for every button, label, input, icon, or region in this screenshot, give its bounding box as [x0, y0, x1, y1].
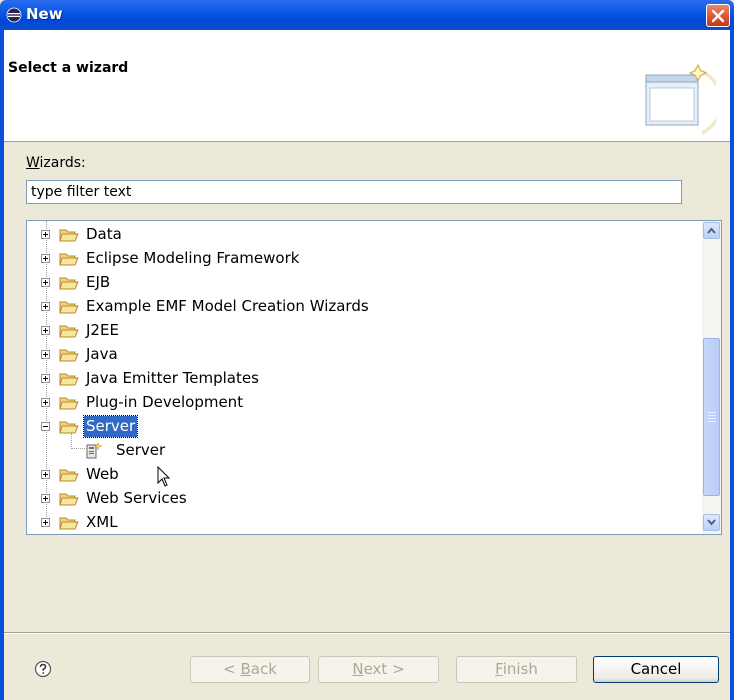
chevron-up-icon: [707, 227, 716, 234]
tree-item-label: Eclipse Modeling Framework: [86, 249, 300, 267]
tree-item-label: J2EE: [86, 321, 119, 339]
tree-item-label: Data: [86, 225, 122, 243]
folder-icon: [59, 397, 79, 410]
folder-icon: [59, 469, 79, 482]
tree-item-xml[interactable]: XML: [27, 511, 687, 534]
scroll-thumb[interactable]: [703, 338, 720, 496]
tree-item-server-wizard[interactable]: Server: [27, 439, 687, 463]
tree-item-java-emitter-templates[interactable]: Java Emitter Templates: [27, 367, 687, 391]
window-title: New: [26, 5, 63, 23]
wizards-label: Wizards:: [26, 155, 86, 171]
tree-item-label: Java Emitter Templates: [86, 369, 259, 387]
folder-icon: [59, 277, 79, 290]
help-icon[interactable]: [34, 660, 52, 678]
wizards-label-text: izards:: [39, 155, 86, 171]
expand-toggle[interactable]: [41, 518, 50, 527]
tree-item-label: Web Services: [86, 489, 187, 507]
scroll-grip: [708, 421, 716, 422]
scroll-grip: [708, 412, 716, 413]
scroll-down-button[interactable]: [703, 514, 720, 531]
tree-item-java[interactable]: Java: [27, 343, 687, 367]
tree-item-label: Web: [86, 465, 119, 483]
tree-item-ejb[interactable]: EJB: [27, 271, 687, 295]
tree-item-web-services[interactable]: Web Services: [27, 487, 687, 511]
scroll-grip: [708, 415, 716, 416]
tree-item-label: Plug-in Development: [86, 393, 244, 411]
close-button[interactable]: [706, 4, 730, 27]
tree-item-label: Example EMF Model Creation Wizards: [86, 297, 369, 315]
expand-toggle[interactable]: [41, 302, 50, 311]
tree-item-label: Server: [116, 441, 166, 459]
mouse-cursor-icon: [157, 466, 171, 487]
server-wizard-icon: [86, 442, 103, 459]
collapse-toggle[interactable]: [41, 422, 50, 431]
tree-item-server[interactable]: Server: [27, 415, 687, 439]
next-button[interactable]: Next >: [318, 656, 439, 683]
scroll-grip: [708, 418, 716, 419]
tree-item-eclipse-modeling-framework[interactable]: Eclipse Modeling Framework: [27, 247, 687, 271]
back-button-prefix: <: [223, 660, 241, 678]
close-icon: [711, 9, 725, 23]
wizards-label-mnemonic: W: [26, 155, 40, 171]
vertical-scrollbar[interactable]: [702, 221, 721, 534]
tree-item-j2ee[interactable]: J2EE: [27, 319, 687, 343]
finish-button-label: inish: [502, 660, 538, 678]
next-button-label: ext >: [363, 660, 405, 678]
button-bar-separator: [4, 632, 730, 634]
new-wizard-graphic-icon: [645, 63, 716, 135]
title-bar[interactable]: New: [0, 0, 734, 30]
page-title: Select a wizard: [8, 60, 129, 76]
scroll-up-button[interactable]: [703, 222, 720, 239]
back-button[interactable]: < Back: [190, 656, 310, 683]
expand-toggle[interactable]: [41, 350, 50, 359]
tree-item-example-emf[interactable]: Example EMF Model Creation Wizards: [27, 295, 687, 319]
back-button-label: ack: [250, 660, 277, 678]
finish-button[interactable]: Finish: [456, 656, 577, 683]
expand-toggle[interactable]: [41, 326, 50, 335]
expand-toggle[interactable]: [41, 254, 50, 263]
folder-icon: [59, 325, 79, 338]
folder-icon: [59, 517, 79, 530]
folder-icon: [59, 349, 79, 362]
window-frame-right: [730, 30, 734, 700]
folder-icon: [59, 253, 79, 266]
folder-icon: [59, 229, 79, 242]
expand-toggle[interactable]: [41, 230, 50, 239]
back-button-mnemonic: B: [240, 660, 251, 678]
tree-item-plugin-development[interactable]: Plug-in Development: [27, 391, 687, 415]
wizard-tree[interactable]: Data Eclipse Modeling Framework EJB Exam…: [26, 220, 722, 535]
tree-item-data[interactable]: Data: [27, 223, 687, 247]
expand-toggle[interactable]: [41, 278, 50, 287]
tree-item-label: Java: [86, 345, 118, 363]
folder-icon: [59, 301, 79, 314]
cancel-button[interactable]: Cancel: [593, 656, 719, 683]
wizard-header: Select a wizard: [4, 30, 730, 142]
folder-icon: [59, 493, 79, 506]
chevron-down-icon: [707, 519, 716, 526]
expand-toggle[interactable]: [41, 374, 50, 383]
tree-item-label-selected: Server: [82, 415, 139, 438]
eclipse-icon: [6, 7, 22, 23]
tree-item-label: EJB: [86, 273, 111, 291]
expand-toggle[interactable]: [41, 494, 50, 503]
folder-open-icon: [59, 421, 79, 434]
folder-icon: [59, 373, 79, 386]
finish-button-mnemonic: F: [495, 660, 503, 678]
filter-input[interactable]: [26, 180, 682, 204]
next-button-mnemonic: N: [352, 660, 364, 678]
tree-item-web[interactable]: Web: [27, 463, 687, 487]
expand-toggle[interactable]: [41, 398, 50, 407]
tree-item-label: XML: [86, 513, 118, 531]
expand-toggle[interactable]: [41, 470, 50, 479]
